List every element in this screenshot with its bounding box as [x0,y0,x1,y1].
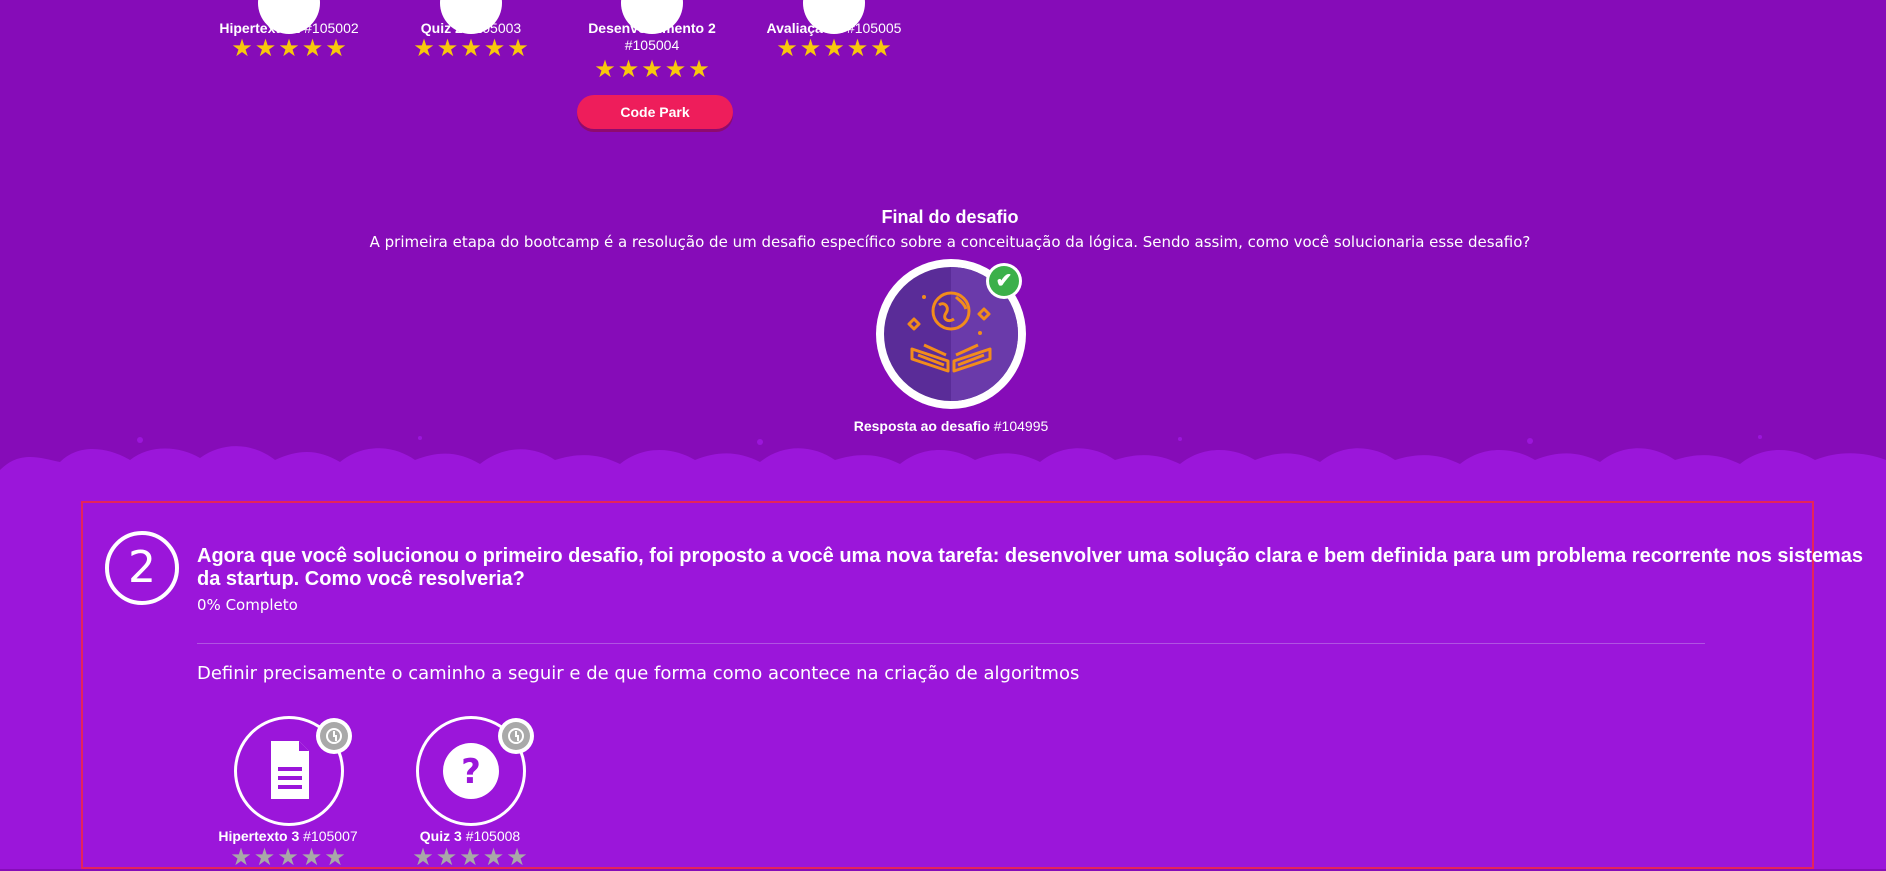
section-description: Definir precisamente o caminho a seguir … [197,663,1080,684]
star-icon: ★ [507,35,529,62]
svg-text:?: ? [461,752,481,792]
star-icon: ★ [301,35,324,62]
divider [197,643,1705,644]
star-icon: ★ [641,56,663,83]
star-icon: ★ [688,56,710,83]
rating-stars: ★ ★ ★ ★ ★ [218,846,358,870]
final-challenge-title: Final do desafio [881,207,1019,227]
rating-stars: ★ ★ ★ ★ ★ [401,37,541,61]
activity-avaliacao-2[interactable]: Avaliação 2 #105005 ★ ★ ★ ★ ★ [764,0,904,61]
star-icon: ★ [482,844,505,871]
star-icon: ★ [231,35,253,62]
star-icon: ★ [823,35,845,62]
badge-label: Resposta ao desafio #104995 [853,418,1049,434]
rating-stars: ★ ★ ★ ★ ★ [764,37,904,61]
code-park-button[interactable]: Code Park [577,95,733,129]
star-icon: ★ [254,35,277,62]
activity-hipertexto-2[interactable]: Hipertexto 2 #105002 ★ ★ ★ ★ ★ [219,0,359,61]
star-icon: ★ [253,844,276,871]
section-progress: 0% Completo [197,596,298,614]
star-icon: ★ [324,844,346,871]
star-icon: ★ [594,56,616,83]
star-icon: ★ [277,844,299,871]
star-icon: ★ [412,844,434,871]
star-icon: ★ [664,56,687,83]
activity-quiz-2[interactable]: Quiz 2 #105003 ★ ★ ★ ★ ★ [401,0,541,61]
star-icon: ★ [799,35,822,62]
star-icon: ★ [506,844,528,871]
activity-title: Hipertexto 3 #105007 [218,828,358,844]
check-icon: ✔ [986,263,1022,299]
star-icon: ★ [435,844,458,871]
clock-icon [498,718,534,754]
star-icon: ★ [460,35,482,62]
cloud-divider [0,435,1886,490]
star-icon: ★ [278,35,300,62]
activity-desenvolvimento-2[interactable]: Desenvolvimento 2#105004 ★★★★★ [582,0,722,82]
clock-icon [316,718,352,754]
activity-title: Quiz 3 #105008 [419,828,521,844]
star-icon: ★ [483,35,506,62]
star-icon: ★ [436,35,459,62]
rating-stars: ★ ★ ★ ★ ★ [400,846,540,870]
star-icon: ★ [459,844,481,871]
final-challenge-description: A primeira etapa do bootcamp é a resoluç… [369,233,1531,251]
star-icon: ★ [325,35,347,62]
star-icon: ★ [413,35,435,62]
section-number: 2 [105,531,179,605]
rating-stars: ★ ★ ★ ★ ★ [219,37,359,61]
star-icon: ★ [870,35,892,62]
star-icon: ★ [230,844,252,871]
star-icon: ★ [776,35,798,62]
rating-stars: ★ ★ ★ ★ ★ [582,58,722,82]
star-icon: ★ [846,35,869,62]
star-icon: ★ [300,844,323,871]
challenge-answer-badge[interactable]: ✔ [876,259,1026,409]
star-icon: ★ [617,56,640,83]
section-title[interactable]: Agora que você solucionou o primeiro des… [197,545,1886,591]
